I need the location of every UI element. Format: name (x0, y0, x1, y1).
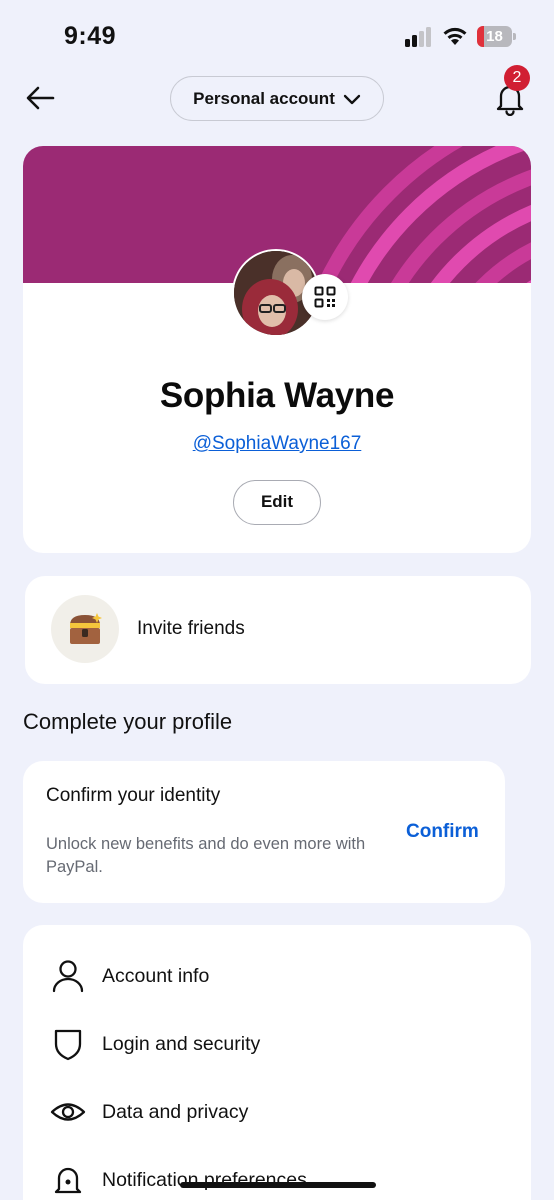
menu-label: Account info (102, 965, 210, 987)
home-indicator[interactable] (180, 1182, 376, 1188)
battery-indicator: 18 (477, 26, 516, 47)
edit-profile-button[interactable]: Edit (233, 480, 321, 525)
qr-code-button[interactable] (302, 274, 348, 320)
notification-badge: 2 (504, 65, 530, 91)
battery-level: 18 (486, 28, 503, 45)
menu-label: Data and privacy (102, 1101, 249, 1123)
confirm-identity-card: Confirm your identity Unlock new benefit… (23, 761, 505, 903)
invite-icon-container (51, 595, 119, 663)
menu-item-data-privacy[interactable]: Data and privacy (23, 1082, 531, 1142)
invite-friends-label: Invite friends (137, 618, 245, 639)
confirm-identity-button[interactable]: Confirm (406, 821, 479, 843)
invite-friends-card[interactable]: Invite friends (25, 576, 531, 684)
profile-handle-link[interactable]: @SophiaWayne167 (0, 433, 554, 455)
confirm-identity-description: Unlock new benefits and do even more wit… (46, 835, 366, 876)
qr-code-icon (314, 286, 336, 308)
profile-name: Sophia Wayne (159, 376, 395, 415)
settings-menu: Account info Login and security Data and… (23, 925, 531, 1200)
menu-label: Login and security (102, 1033, 261, 1055)
cellular-signal-icon (405, 27, 435, 47)
account-switcher[interactable]: Personal account (170, 76, 384, 121)
back-arrow-icon[interactable] (22, 80, 58, 116)
bell-gear-icon (54, 1167, 82, 1194)
shield-icon (54, 1029, 82, 1061)
chevron-down-icon (343, 94, 361, 104)
wifi-icon (443, 27, 467, 45)
menu-item-login-security[interactable]: Login and security (23, 1014, 531, 1074)
profile-screen: 9:49 18 Personal account 2 Sophia Wayne … (0, 0, 554, 1200)
status-bar: 9:49 18 (0, 0, 554, 70)
complete-profile-heading: Complete your profile (23, 709, 233, 734)
status-time: 9:49 (64, 22, 117, 50)
eye-icon (50, 1103, 86, 1121)
person-icon (52, 960, 84, 993)
account-switcher-label: Personal account (193, 88, 335, 108)
menu-item-account-info[interactable]: Account info (23, 946, 531, 1006)
menu-item-notification-preferences[interactable]: Notification preferences (23, 1150, 531, 1200)
confirm-identity-title: Confirm your identity (46, 785, 221, 806)
menu-label: Notification preferences (102, 1169, 307, 1191)
treasure-chest-icon (70, 613, 102, 644)
